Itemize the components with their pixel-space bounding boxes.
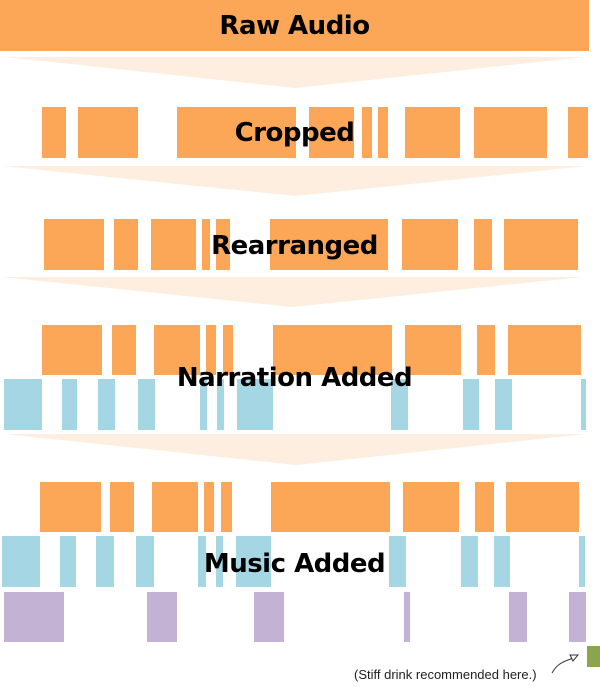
funnel-arrow-3 — [2, 277, 582, 307]
music-stage-audio-segment — [40, 482, 101, 532]
stage-label-music-added: Music Added — [203, 549, 386, 579]
funnel-arrow-4 — [4, 434, 585, 465]
caption-arrowhead-icon — [569, 654, 580, 662]
music-segment — [254, 592, 284, 642]
stage-label-raw-audio: Raw Audio — [219, 11, 370, 41]
music-stage-audio-segment — [403, 482, 459, 532]
music-segment — [509, 592, 527, 642]
music-segment — [4, 592, 64, 642]
music-stage-audio-segment — [110, 482, 134, 532]
music-stage-audio-segment — [221, 482, 232, 532]
music-stage-audio-segment — [152, 482, 198, 532]
stiff-drink-marker — [587, 646, 600, 667]
music-stage-audio-segment — [204, 482, 214, 532]
stage-label-narration-added: Narration Added — [176, 363, 413, 393]
music-stage-audio-segment — [271, 482, 390, 532]
stage-label-rearranged: Rearranged — [211, 231, 378, 261]
music-segment — [569, 592, 586, 642]
music-segment — [404, 592, 410, 642]
funnel-arrow-2 — [3, 166, 587, 196]
stiff-drink-caption: (Stiff drink recommended here.) — [354, 667, 537, 682]
funnel-arrow-1 — [5, 57, 585, 88]
music-stage-audio-segment — [475, 482, 494, 532]
music-segment — [147, 592, 177, 642]
stage-label-cropped: Cropped — [234, 118, 355, 148]
music-stage-audio-segment — [506, 482, 579, 532]
caption-arrow-icon — [551, 657, 575, 674]
audio-editing-diagram: Raw Audio Cropped Rearranged Narration A… — [0, 0, 600, 687]
